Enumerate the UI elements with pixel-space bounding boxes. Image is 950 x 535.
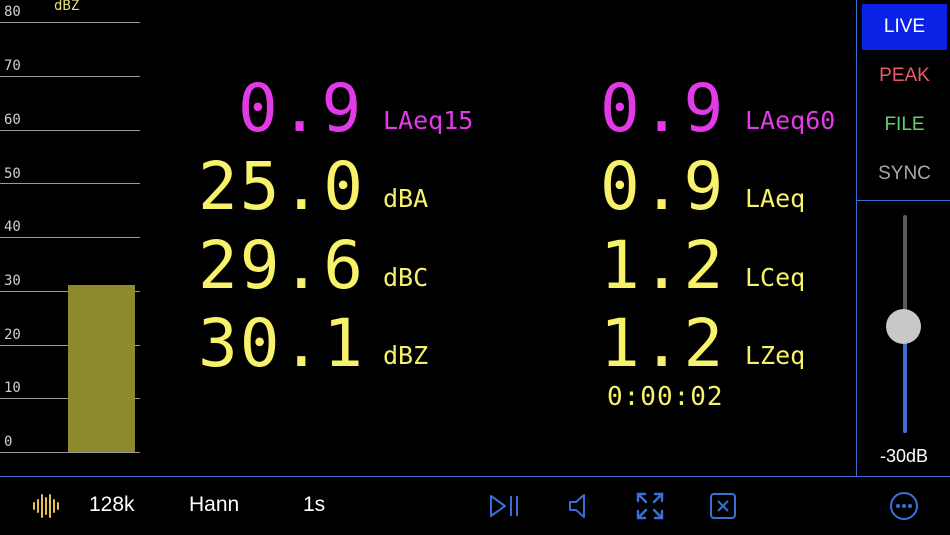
lzeq-value: 1.2	[600, 305, 726, 382]
meter-tick-label: 20	[4, 327, 21, 343]
live-button[interactable]: LIVE	[862, 4, 947, 50]
level-bar	[68, 285, 135, 452]
mode-panel: LIVE PEAK FILE SYNC -30dB	[856, 0, 950, 476]
lceq-label: LCeq	[745, 263, 806, 292]
dbz-label: dBZ	[383, 341, 429, 370]
interval[interactable]: 1s	[303, 493, 325, 517]
dbc-label: dBC	[383, 263, 429, 292]
grid-line	[0, 22, 140, 23]
meter-tick-label: 70	[4, 58, 21, 74]
laeq15-label: LAeq15	[383, 106, 474, 135]
gain-slider-thumb[interactable]	[886, 309, 921, 345]
lzeq-label: LZeq	[745, 341, 806, 370]
meter-tick-label: 60	[4, 112, 21, 128]
bottom-toolbar: 128k Hann 1s	[0, 476, 950, 535]
peak-button[interactable]: PEAK	[862, 53, 947, 99]
meter-tick-label: 30	[4, 273, 21, 289]
laeq60-label: LAeq60	[745, 106, 836, 135]
dba-value: 25.0	[198, 148, 365, 225]
dbc-value: 29.6	[198, 227, 365, 304]
meter-tick-label: 50	[4, 166, 21, 182]
sync-button[interactable]: SYNC	[862, 151, 947, 197]
waveform-icon[interactable]	[30, 490, 62, 522]
more-icon[interactable]	[888, 490, 920, 522]
play-pause-icon[interactable]	[488, 490, 520, 522]
meter-tick-label: 40	[4, 219, 21, 235]
clear-icon[interactable]	[707, 490, 739, 522]
laeq-value: 0.9	[600, 148, 726, 225]
grid-line	[0, 452, 140, 453]
meter-unit-label: dBZ	[54, 0, 80, 14]
meter-tick-label: 80	[4, 4, 21, 20]
laeq60-value: 0.9	[600, 70, 726, 147]
elapsed-time: 0:00:02	[607, 382, 724, 412]
level-meter: dBZ 80 70 60 50 40 30 20 10 0	[0, 0, 150, 476]
grid-line	[0, 237, 140, 238]
expand-icon[interactable]	[634, 490, 666, 522]
file-button[interactable]: FILE	[862, 102, 947, 148]
laeq15-value: 0.9	[238, 70, 364, 147]
laeq-label: LAeq	[745, 184, 806, 213]
grid-line	[0, 76, 140, 77]
gain-label: -30dB	[879, 446, 929, 466]
window-type[interactable]: Hann	[189, 493, 239, 517]
grid-line	[0, 130, 140, 131]
dba-label: dBA	[383, 184, 429, 213]
meter-tick-label: 0	[4, 434, 13, 450]
speaker-icon[interactable]	[564, 490, 596, 522]
grid-line	[0, 183, 140, 184]
dbz-value: 30.1	[198, 305, 365, 382]
divider	[857, 200, 950, 201]
lceq-value: 1.2	[600, 227, 726, 304]
sample-rate[interactable]: 128k	[89, 493, 135, 517]
meter-tick-label: 10	[4, 380, 21, 396]
